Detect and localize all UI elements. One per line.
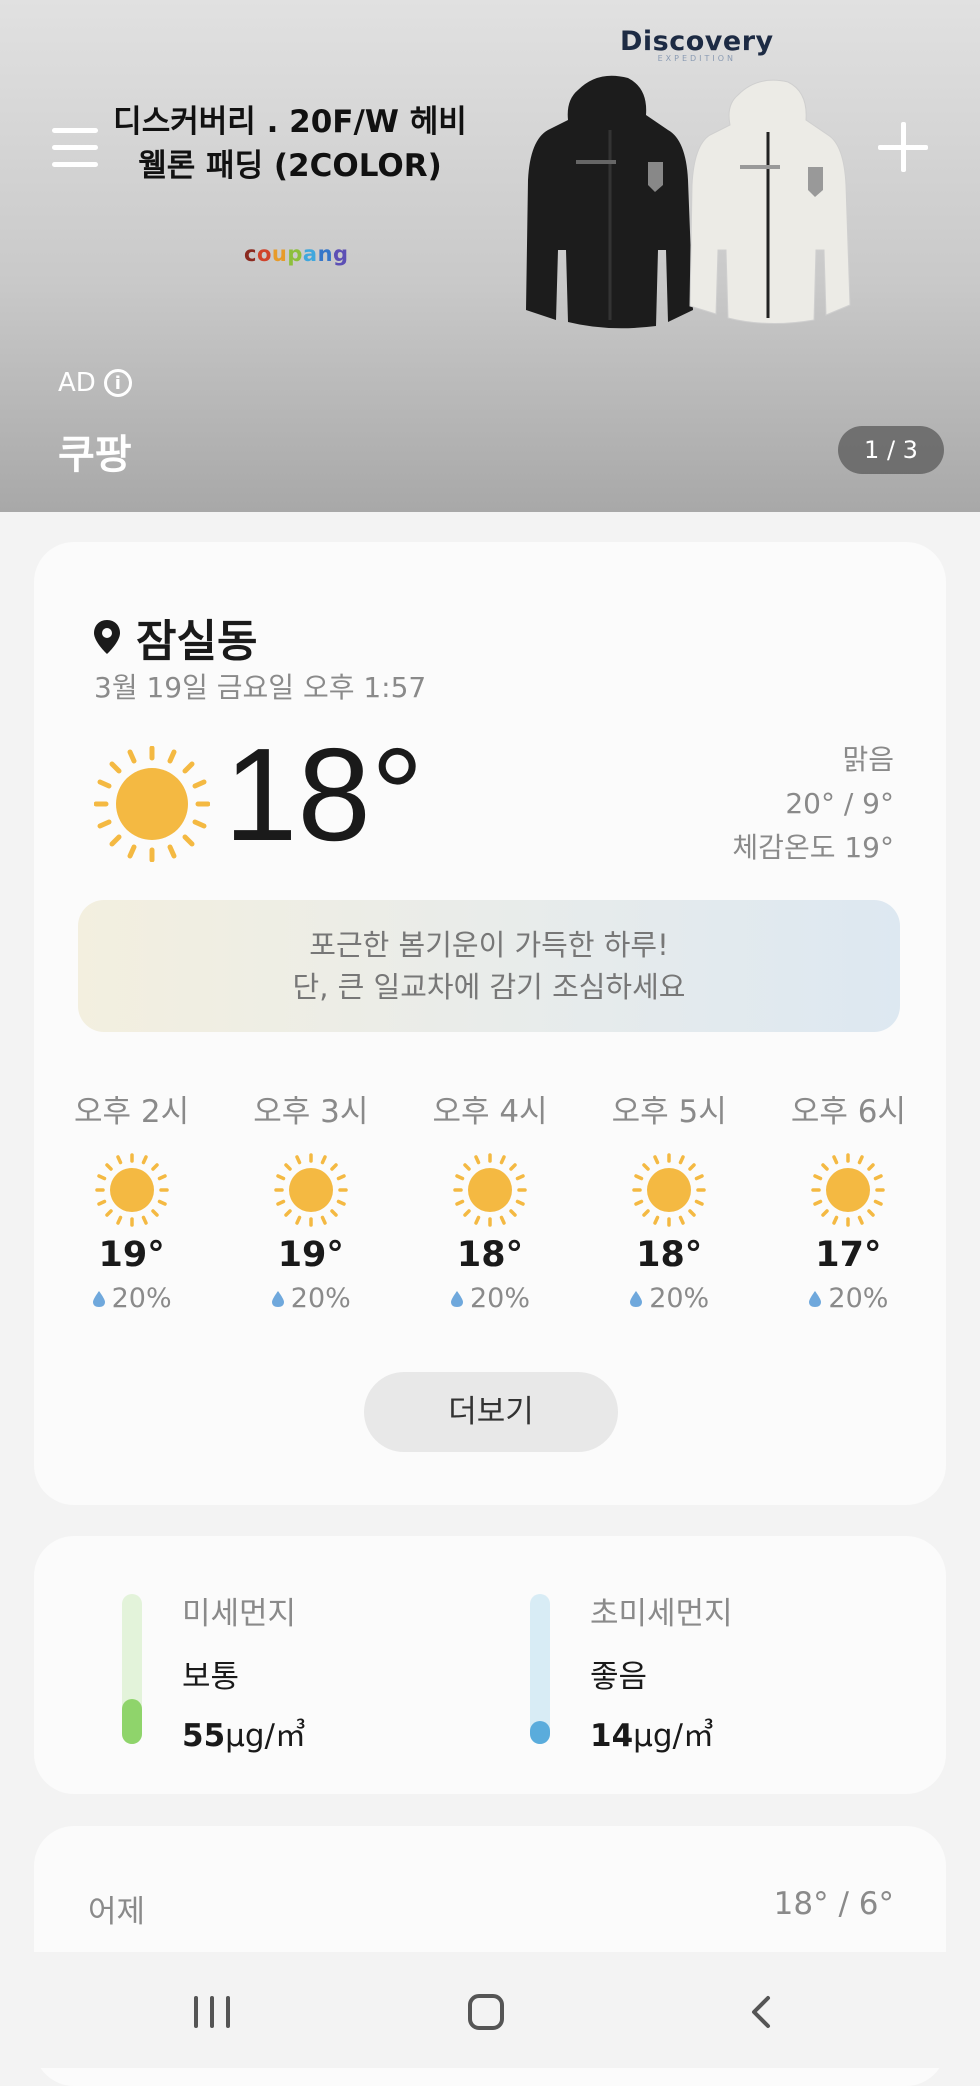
pm10-title: 미세먼지 xyxy=(182,1596,297,1632)
pm25-value: 14μg/㎥ xyxy=(590,1718,714,1754)
weather-message-line1: 포근한 봄기운이 가득한 하루! xyxy=(309,928,669,962)
hourly-item: 오후 6시 17° 20% xyxy=(759,1086,938,1314)
hour-rain-chance: 20% xyxy=(221,1283,400,1314)
current-temperature: 18° xyxy=(224,721,424,868)
pm10-level: 보통 xyxy=(182,1659,240,1695)
sun-icon xyxy=(811,1153,886,1227)
pm10-level-bar xyxy=(122,1594,142,1744)
sun-icon xyxy=(453,1153,527,1227)
coupang-logo: coupang xyxy=(244,242,349,266)
hourly-item: 오후 2시 19° 20% xyxy=(42,1086,221,1314)
hour-temp: 18° xyxy=(456,1235,524,1275)
recent-apps-icon[interactable] xyxy=(194,1996,230,2028)
hour-rain-chance: 20% xyxy=(580,1283,759,1314)
hour-rain-chance: 20% xyxy=(759,1283,938,1314)
pm25-level: 좋음 xyxy=(590,1659,648,1695)
hourly-item: 오후 3시 19° 20% xyxy=(221,1086,400,1314)
hour-temp: 18° xyxy=(636,1235,703,1275)
sun-icon xyxy=(274,1153,348,1227)
hour-label: 오후 5시 xyxy=(611,1094,727,1130)
condition-text: 맑음 xyxy=(842,743,894,776)
pm10-value: 55μg/㎥ xyxy=(182,1718,306,1754)
weather-card[interactable]: 잠실동 3월 19일 금요일 오후 1:57 18° 맑음 20° / 9° 체… xyxy=(34,542,946,1505)
raindrop-icon xyxy=(451,1290,463,1307)
hour-label: 오후 6시 xyxy=(790,1094,906,1130)
location-row[interactable]: 잠실동 xyxy=(92,605,257,669)
raindrop-icon xyxy=(271,1290,284,1307)
jacket-product-image xyxy=(526,75,851,329)
ad-title-line2: 웰론 패딩 (2COLOR) xyxy=(138,148,442,184)
raindrop-icon xyxy=(630,1290,643,1307)
yesterday-temp: 18° / 6° xyxy=(773,1886,894,1922)
hour-label: 오후 3시 xyxy=(253,1094,369,1130)
hourly-item: 오후 5시 18° 20% xyxy=(580,1086,759,1314)
sun-icon xyxy=(94,746,210,862)
discovery-logo: Discovery EXPEDITION xyxy=(620,26,774,63)
sun-icon xyxy=(94,1153,169,1227)
ad-label: AD xyxy=(58,368,96,398)
raindrop-icon xyxy=(92,1290,105,1307)
hour-rain-chance: 20% xyxy=(400,1283,579,1314)
location-pin-icon xyxy=(94,620,120,654)
hour-temp: 19° xyxy=(277,1235,344,1275)
more-button[interactable]: 더보기 xyxy=(364,1372,618,1452)
home-icon[interactable] xyxy=(468,1994,504,2030)
ad-banner[interactable]: 디스커버리 . 20F/W 헤비 웰론 패딩 (2COLOR) coupang … xyxy=(0,0,980,512)
back-icon[interactable] xyxy=(742,1992,782,2032)
pm25-level-bar xyxy=(530,1594,550,1744)
ad-title-line1: 디스커버리 . 20F/W 헤비 xyxy=(113,104,467,140)
system-nav-bar xyxy=(0,1952,980,2068)
hourly-forecast[interactable]: 오후 2시 19° 20% 오후 3시 19° 20% 오후 4시 18° 20% 오후 5시 18… xyxy=(42,1086,938,1314)
weather-message-line2: 단, 큰 일교차에 감기 조심하세요 xyxy=(292,970,686,1004)
add-icon[interactable] xyxy=(878,122,928,172)
advertiser-name: 쿠팡 xyxy=(58,432,132,478)
pm25-level-fill xyxy=(530,1721,550,1744)
ad-title: 디스커버리 . 20F/W 헤비 웰론 패딩 (2COLOR) xyxy=(100,100,480,188)
pm10-level-fill xyxy=(122,1699,142,1744)
air-quality-card[interactable]: 미세먼지 보통 55μg/㎥ 초미세먼지 좋음 14μg/㎥ xyxy=(34,1536,946,1794)
pm25-title: 초미세먼지 xyxy=(590,1596,733,1632)
weather-datetime: 3월 19일 금요일 오후 1:57 xyxy=(94,671,427,704)
menu-icon[interactable] xyxy=(52,128,98,168)
high-low-temp: 20° / 9° xyxy=(785,787,894,820)
info-icon[interactable]: i xyxy=(103,369,132,397)
feels-like: 체감온도 19° xyxy=(732,831,894,864)
yesterday-label: 어제 xyxy=(88,1894,146,1930)
hourly-item: 오후 4시 18° 20% xyxy=(400,1086,579,1314)
hour-label: 오후 4시 xyxy=(432,1094,548,1130)
weather-message: 포근한 봄기운이 가득한 하루! 단, 큰 일교차에 감기 조심하세요 xyxy=(78,900,900,1032)
ad-badge[interactable]: AD i xyxy=(58,368,132,398)
condition-summary: 맑음 20° / 9° 체감온도 19° xyxy=(732,738,894,870)
sun-icon xyxy=(632,1153,706,1227)
hour-rain-chance: 20% xyxy=(42,1283,221,1314)
hour-temp: 19° xyxy=(98,1235,165,1275)
hour-label: 오후 2시 xyxy=(74,1094,190,1130)
hour-temp: 17° xyxy=(815,1235,882,1275)
raindrop-icon xyxy=(809,1290,822,1307)
location-name: 잠실동 xyxy=(136,616,258,667)
ad-pager: 1 / 3 xyxy=(838,426,944,474)
